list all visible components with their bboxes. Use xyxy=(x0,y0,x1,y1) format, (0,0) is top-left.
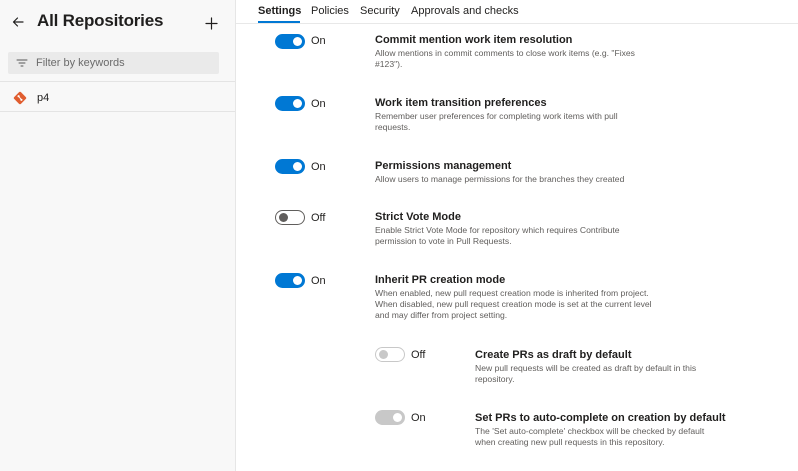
tab-approvals-and-checks[interactable]: Approvals and checks xyxy=(411,5,519,17)
create-prs-as-draft-toggle xyxy=(375,347,405,362)
arrow-left-icon xyxy=(12,17,24,27)
git-repo-icon xyxy=(9,87,31,109)
repositories-sidebar: All Repositories Filter by keywords p4 xyxy=(0,0,236,471)
work-item-transition-toggle[interactable] xyxy=(275,96,305,111)
commit-mention-toggle[interactable] xyxy=(275,34,305,49)
toggle-state-label: On xyxy=(411,412,426,424)
setting-title: Set PRs to auto-complete on creation by … xyxy=(475,412,726,424)
permissions-management-toggle[interactable] xyxy=(275,159,305,174)
setting-description: Allow mentions in commit comments to clo… xyxy=(375,48,635,69)
settings-panel: On Commit mention work item resolution A… xyxy=(236,25,798,471)
setting-title: Inherit PR creation mode xyxy=(375,274,506,286)
toggle-state-label: On xyxy=(311,161,326,173)
setting-title: Strict Vote Mode xyxy=(375,211,461,223)
sidebar-header: All Repositories xyxy=(0,0,236,44)
sidebar-divider xyxy=(0,111,235,112)
strict-vote-mode-toggle[interactable] xyxy=(275,210,305,225)
tab-security[interactable]: Security xyxy=(360,5,400,17)
sidebar-title: All Repositories xyxy=(37,11,164,30)
filter-icon xyxy=(8,52,36,74)
setting-description: Remember user preferences for completing… xyxy=(375,111,618,132)
repo-list-item[interactable]: p4 xyxy=(0,85,235,111)
setting-description: New pull requests will be created as dra… xyxy=(475,363,697,384)
toggle-state-label: On xyxy=(311,98,326,110)
tab-bar: Settings Policies Security Approvals and… xyxy=(236,0,798,24)
setting-description: When enabled, new pull request creation … xyxy=(375,288,652,320)
setting-title: Permissions management xyxy=(375,160,512,172)
setting-description: Allow users to manage permissions for th… xyxy=(375,174,625,184)
filter-input[interactable] xyxy=(36,57,211,69)
repo-label: p4 xyxy=(37,92,50,104)
filter-box[interactable] xyxy=(8,52,219,74)
auto-complete-by-default-toggle xyxy=(375,410,405,425)
setting-description: The 'Set auto-complete' checkbox will be… xyxy=(475,426,705,447)
sidebar-divider xyxy=(0,81,235,82)
add-repository-button[interactable] xyxy=(201,13,221,33)
tab-settings[interactable]: Settings xyxy=(258,5,301,17)
setting-title: Commit mention work item resolution xyxy=(375,34,573,46)
active-tab-indicator xyxy=(258,21,300,23)
setting-title: Create PRs as draft by default xyxy=(475,349,632,361)
toggle-state-label: Off xyxy=(311,212,326,224)
plus-icon xyxy=(204,16,218,30)
tab-policies[interactable]: Policies xyxy=(311,5,349,17)
setting-description: Enable Strict Vote Mode for repository w… xyxy=(375,225,620,246)
toggle-state-label: On xyxy=(311,275,326,287)
toggle-state-label: Off xyxy=(411,349,426,361)
inherit-pr-creation-mode-toggle[interactable] xyxy=(275,273,305,288)
setting-title: Work item transition preferences xyxy=(375,97,547,109)
back-button[interactable] xyxy=(8,12,28,32)
toggle-state-label: On xyxy=(311,35,326,47)
app-window: All Repositories Filter by keywords p4 S… xyxy=(0,0,798,471)
